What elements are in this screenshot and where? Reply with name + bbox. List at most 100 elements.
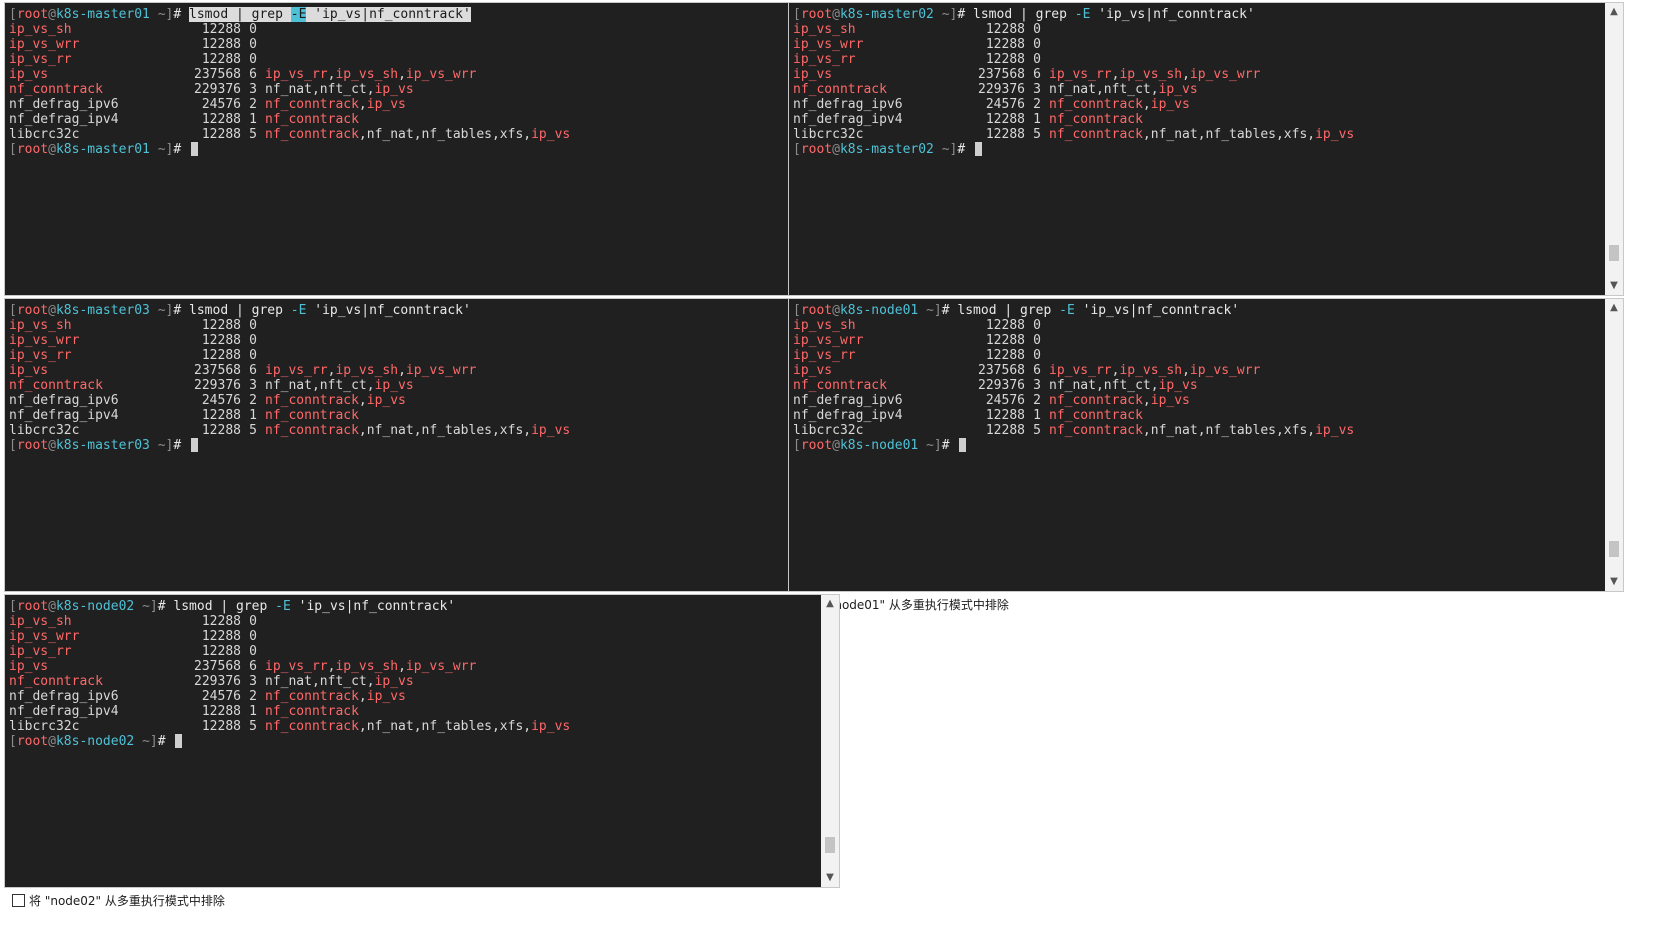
terminal-pane-k8s-node02: [root @ k8s-node02 ~] # lsmod | grep -E 'ip… [4, 594, 840, 910]
scrollbar-thumb[interactable] [1609, 541, 1619, 557]
module-name: nf_defrag_ipv6 [793, 97, 903, 112]
module-used-by: nf_conntrack,ip_vs [1049, 97, 1190, 112]
exclude-from-multi-exec[interactable]: 将 "node02" 从多重执行模式中排除 [12, 892, 225, 908]
module-row: ip_vs_rr 12288 0 [9, 348, 819, 363]
terminal-output[interactable]: [root @ k8s-node01 ~] # lsmod | grep -E 'ip… [793, 303, 1603, 589]
prompt-open-bracket: [ [793, 7, 801, 22]
terminal-output[interactable]: [root @ k8s-master02 ~] # lsmod | grep -E '… [793, 7, 1603, 293]
module-name: ip_vs_wrr [793, 333, 864, 348]
prompt-at: @ [48, 438, 56, 453]
exclude-checkbox[interactable] [12, 893, 25, 907]
module-row: ip_vs 237568 6 ip_vs_rr,ip_vs_sh,ip_vs_wrr [9, 659, 819, 674]
scroll-up-arrow-icon[interactable]: ▲ [821, 597, 839, 611]
prompt-close-bracket: ] [165, 438, 174, 453]
prompt-hash: # [173, 438, 190, 453]
module-size: 12288 [985, 333, 1025, 348]
command-lsmod: lsmod [173, 599, 213, 614]
module-name: libcrc32c [793, 423, 864, 438]
vertical-scrollbar[interactable]: ▲▼ [1605, 299, 1623, 591]
module-used-count: 0 [249, 318, 257, 333]
module-name: nf_conntrack [793, 82, 887, 97]
command-pattern: 'ip_vs|nf_conntrack' [1082, 303, 1240, 318]
scroll-down-arrow-icon[interactable]: ▼ [1605, 575, 1623, 589]
module-used-by: ip_vs_rr,ip_vs_sh,ip_vs_wrr [1049, 67, 1260, 82]
module-size: 12288 [201, 644, 241, 659]
module-size: 12288 [985, 52, 1025, 67]
terminal-output[interactable]: [root @ k8s-master01 ~] # lsmod | grep -E '… [9, 7, 819, 293]
module-size: 12288 [201, 112, 241, 127]
module-size: 12288 [985, 37, 1025, 52]
scrollbar-thumb[interactable] [825, 837, 835, 853]
terminal-window[interactable]: [root @ k8s-master03 ~] # lsmod | grep -E '… [4, 298, 840, 592]
module-row: nf_conntrack 229376 3 nf_nat,nft_ct,ip_vs [9, 378, 819, 393]
module-row: nf_defrag_ipv4 12288 1 nf_conntrack [793, 112, 1603, 127]
module-dependency: , [398, 363, 406, 378]
prompt-dir: ~ [149, 438, 166, 453]
scrollbar-thumb[interactable] [1609, 245, 1619, 261]
prompt-line: [root @ k8s-node02 ~] # [9, 734, 819, 749]
prompt-host: k8s-node02 [55, 599, 135, 614]
prompt-host: k8s-node01 [839, 438, 919, 453]
terminal-window[interactable]: [root @ k8s-master02 ~] # lsmod | grep -E '… [788, 2, 1624, 296]
command-space [282, 7, 291, 22]
scroll-up-arrow-icon[interactable]: ▲ [1605, 301, 1623, 315]
module-name: nf_defrag_ipv4 [9, 704, 119, 719]
module-used-count: 3 [1033, 82, 1041, 97]
module-used-count: 0 [249, 614, 257, 629]
terminal-cursor [191, 438, 199, 452]
prompt-open-bracket: [ [9, 7, 17, 22]
module-used-by: nf_conntrack,ip_vs [265, 393, 406, 408]
module-row: libcrc32c 12288 5 nf_conntrack,nf_nat,nf_ta… [9, 127, 819, 142]
scroll-down-arrow-icon[interactable]: ▼ [821, 871, 839, 885]
prompt-host: k8s-master01 [55, 142, 150, 157]
prompt-user: root [16, 599, 49, 614]
command-lsmod: lsmod [973, 7, 1013, 22]
command-pipe: | [228, 7, 252, 22]
module-dependency: nf_conntrack [265, 393, 359, 408]
prompt-hash: # [941, 303, 958, 318]
module-used-count: 5 [1033, 423, 1041, 438]
module-used-count: 0 [249, 644, 257, 659]
prompt-host: k8s-master02 [839, 7, 934, 22]
command-flag: -E [275, 599, 291, 614]
module-name: ip_vs_wrr [793, 37, 864, 52]
prompt-open-bracket: [ [793, 303, 801, 318]
module-dependency: , [1182, 363, 1190, 378]
command-space [1090, 7, 1098, 22]
scroll-down-arrow-icon[interactable]: ▼ [1605, 279, 1623, 293]
prompt-open-bracket: [ [793, 142, 801, 157]
module-size: 237568 [194, 67, 241, 82]
module-dependency: ip_vs_sh [335, 363, 399, 378]
module-used-by: nf_conntrack,ip_vs [1049, 393, 1190, 408]
command-flag: -E [290, 303, 307, 318]
vertical-scrollbar[interactable]: ▲▼ [821, 595, 839, 887]
module-used-count: 1 [249, 704, 257, 719]
terminal-output[interactable]: [root @ k8s-master03 ~] # lsmod | grep -E '… [9, 303, 819, 589]
terminal-output[interactable]: [root @ k8s-node02 ~] # lsmod | grep -E 'ip… [9, 599, 819, 885]
scroll-up-arrow-icon[interactable]: ▲ [1605, 5, 1623, 19]
prompt-open-bracket: [ [9, 599, 17, 614]
module-row: libcrc32c 12288 5 nf_conntrack,nf_nat,nf_ta… [793, 423, 1603, 438]
module-size: 12288 [985, 112, 1025, 127]
module-used-by: ip_vs_rr,ip_vs_sh,ip_vs_wrr [1049, 363, 1260, 378]
module-dependency: nf_nat,nft_ct, [265, 674, 375, 689]
module-used-count: 6 [249, 67, 257, 82]
module-name: ip_vs_rr [793, 52, 856, 67]
command-pattern: 'ip_vs|nf_conntrack' [298, 599, 456, 614]
terminal-window[interactable]: [root @ k8s-master01 ~] # lsmod | grep -E '… [4, 2, 840, 296]
module-used-count: 3 [249, 82, 257, 97]
module-used-count: 0 [1033, 22, 1041, 37]
terminal-window[interactable]: [root @ k8s-node01 ~] # lsmod | grep -E 'ip… [788, 298, 1624, 592]
module-dependency: ip_vs_wrr [1189, 67, 1261, 82]
vertical-scrollbar[interactable]: ▲▼ [1605, 3, 1623, 295]
module-name: ip_vs [9, 67, 49, 82]
prompt-close-bracket: ] [165, 142, 174, 157]
terminal-window[interactable]: [root @ k8s-node02 ~] # lsmod | grep -E 'ip… [4, 594, 840, 888]
module-used-count: 0 [249, 348, 257, 363]
module-dependency: ip_vs_wrr [405, 659, 477, 674]
module-dependency: ,nf_nat,nf_tables,xfs, [1142, 423, 1316, 438]
module-used-count: 2 [1033, 393, 1041, 408]
module-dependency: ip_vs_rr [1049, 67, 1112, 82]
module-name: nf_conntrack [793, 378, 887, 393]
prompt-host: k8s-master03 [55, 438, 150, 453]
